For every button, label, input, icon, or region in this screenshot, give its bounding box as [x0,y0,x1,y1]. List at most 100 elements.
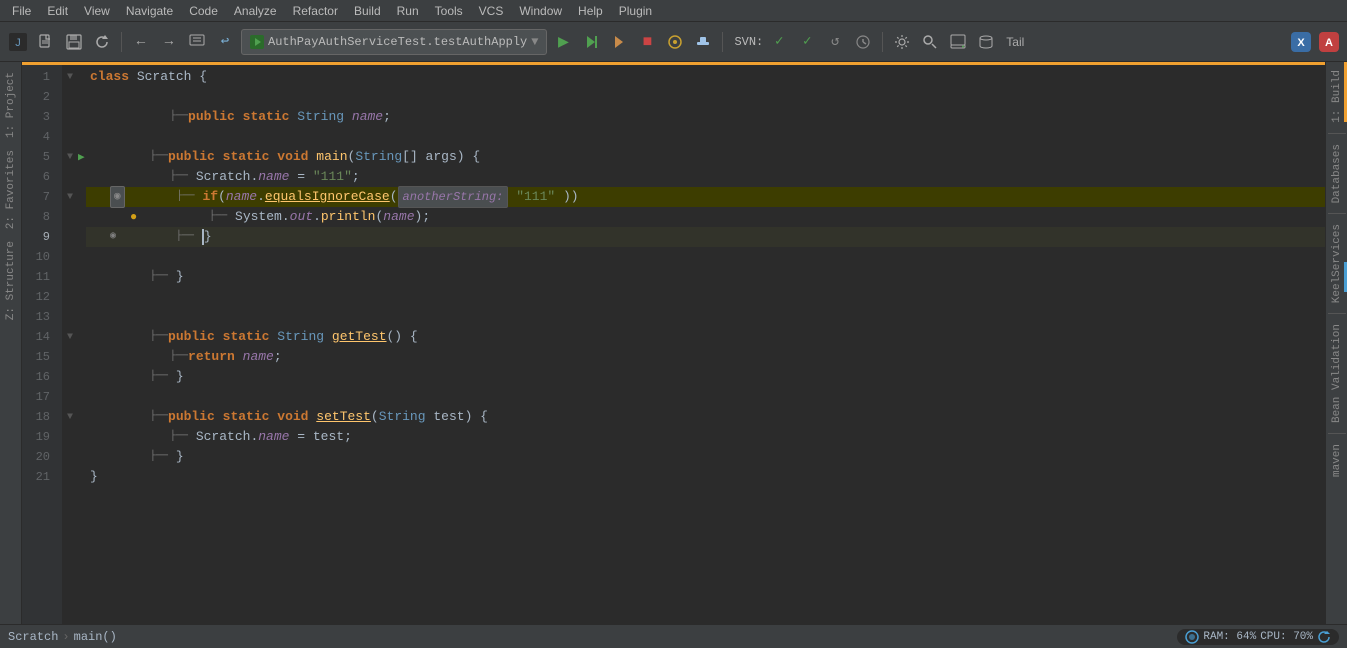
menu-code[interactable]: Code [181,2,226,20]
ln-7: 7 [22,187,58,207]
undo-btn[interactable]: ↩ [213,30,237,54]
xcode-btn[interactable]: X [1289,30,1313,54]
right-tab-databases[interactable]: Databases [1328,136,1346,211]
svn-commit-btn[interactable]: ✓ [795,30,819,54]
bp-3 [78,107,86,127]
ln-2: 2 [22,87,58,107]
fold-1[interactable]: ▼ [62,67,78,87]
svg-text:X: X [1297,37,1305,49]
code-content[interactable]: class Scratch { ├── public static String [86,65,1325,624]
extra-btn[interactable]: A [1317,30,1341,54]
search-btn[interactable] [918,30,942,54]
ln-18: 18 [22,407,58,427]
right-tab-keelservices[interactable]: KeelServices [1328,216,1346,311]
ln-12: 12 [22,287,58,307]
right-tab-beanvalidation[interactable]: Bean Validation [1328,316,1346,431]
bp-17 [78,387,86,407]
ram-cpu-info[interactable]: RAM: 64% CPU: 70% [1177,629,1339,645]
bp-20 [78,447,86,467]
code-line-1: class Scratch { [86,67,1325,87]
build-btn[interactable] [663,30,687,54]
bp-8 [78,207,86,227]
back-btn[interactable]: ← [129,30,153,54]
fold-17 [62,387,78,407]
ln-15: 15 [22,347,58,367]
fold-gutter: ▼ ▼ ▼ ▼ ▼ [62,65,78,624]
code-line-20: ├── } [86,447,1325,467]
kw-class: class [90,67,129,87]
fold-7[interactable]: ▼ [62,187,78,207]
svn-update-btn[interactable]: ↺ [823,30,847,54]
right-divider-3 [1328,313,1346,314]
forward-btn[interactable]: → [157,30,181,54]
sidebar-tab-structure[interactable]: Z: Structure [2,235,20,326]
hammer-btn[interactable] [691,30,715,54]
fold-12 [62,287,78,307]
tail-label[interactable]: Tail [1002,35,1028,49]
ln-10: 10 [22,247,58,267]
menu-file[interactable]: File [4,2,39,20]
debug-btn[interactable] [607,30,631,54]
menu-plugin[interactable]: Plugin [611,2,660,20]
code-line-9: ◉ ├── } [86,227,1325,247]
breakpoint-indicator[interactable]: ◉ [110,186,125,208]
menu-edit[interactable]: Edit [39,2,76,20]
fold-14[interactable]: ▼ [62,327,78,347]
settings-btn[interactable] [890,30,914,54]
run-config-arrow: ▼ [531,35,538,49]
fold-5[interactable]: ▼ [62,147,78,167]
code-line-5: ├── public static void main ( String [] … [86,147,1325,167]
svn-history-btn[interactable] [851,30,875,54]
menu-view[interactable]: View [76,2,118,20]
menu-analyze[interactable]: Analyze [226,2,285,20]
ln-17: 17 [22,387,58,407]
database-btn[interactable] [974,30,998,54]
bp-19 [78,427,86,447]
run-config-selector[interactable]: AuthPayAuthServiceTest.testAuthApply ▼ [241,29,547,55]
code-line-16: ├── } [86,367,1325,387]
remote-btn[interactable] [946,30,970,54]
bp-11 [78,267,86,287]
save-btn[interactable] [62,30,86,54]
code-line-2 [86,87,1325,107]
run-btn[interactable]: ▶ [551,30,575,54]
coverage-btn[interactable] [579,30,603,54]
fold-18[interactable]: ▼ [62,407,78,427]
breadcrumb: Scratch › main() [8,630,117,644]
menu-vcs[interactable]: VCS [471,2,512,20]
right-tab-build[interactable]: 1: Build [1328,62,1346,131]
sidebar-tab-project[interactable]: 1: Project [2,66,20,144]
svn-check-btn[interactable]: ✓ [767,30,791,54]
svn-area: SVN: ✓ ✓ ↺ [734,30,875,54]
menu-refactor[interactable]: Refactor [285,2,346,20]
code-line-3: ├── public static String name ; [86,107,1325,127]
bp-9 [78,227,86,247]
menu-tools[interactable]: Tools [427,2,471,20]
code-line-7: ◉ ├── if ( name . equalsIgnoreCase ( ano… [86,187,1325,207]
right-sidebar: 1: Build Databases KeelServices Bean Val… [1325,62,1347,624]
fold-8 [62,207,78,227]
right-divider-1 [1328,133,1346,134]
sep2 [722,32,723,52]
code-line-15: ├── return name ; [86,347,1325,367]
ln-21: 21 [22,467,58,487]
ln-19: 19 [22,427,58,447]
menu-run[interactable]: Run [389,2,427,20]
right-divider-4 [1328,433,1346,434]
cpu-label: CPU: 70% [1260,631,1313,643]
stop-btn[interactable]: ■ [635,30,659,54]
menu-build[interactable]: Build [346,2,389,20]
new-file-btn[interactable] [34,30,58,54]
sidebar-tab-favorites[interactable]: 2: Favorites [2,144,20,235]
refresh-btn[interactable] [90,30,114,54]
fold-10 [62,247,78,267]
param-hint: anotherString: [398,186,509,208]
menu-help[interactable]: Help [570,2,611,20]
file-view-btn[interactable] [185,30,209,54]
svn-label: SVN: [734,35,763,49]
bp-6 [78,167,86,187]
menu-window[interactable]: Window [511,2,570,20]
menu-navigate[interactable]: Navigate [118,2,181,20]
code-line-10 [86,247,1325,267]
right-tab-maven[interactable]: maven [1328,436,1346,485]
